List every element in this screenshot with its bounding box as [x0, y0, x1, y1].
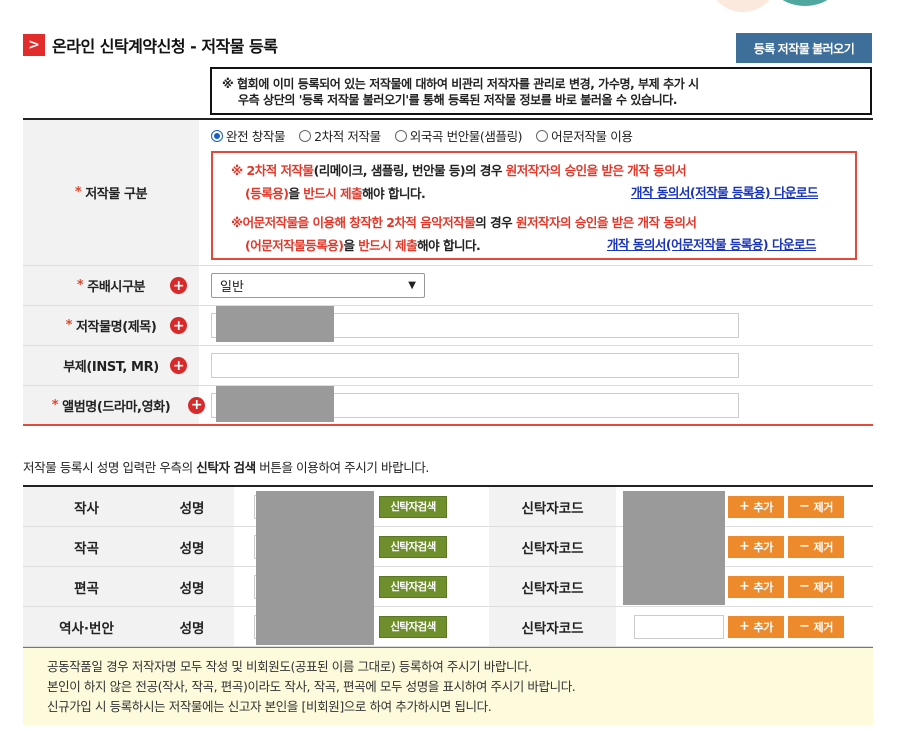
code-label: 신탁자코드: [489, 487, 616, 526]
note-line: 공동작품일 경우 저작자명 모두 작성 및 비회원도(공표된 이름 그대로) 등…: [47, 659, 532, 674]
notice-line: 우측 상단의 '등록 저작물 불러오기'를 통해 등록된 저작물 정보를 바로 …: [238, 93, 678, 107]
header-decoration: [760, 0, 850, 6]
minus-icon: −: [799, 499, 810, 514]
code-label: 신탁자코드: [489, 567, 616, 606]
download-consent-form-link[interactable]: 개작 동의서(저작물 등록용) 다운로드: [631, 182, 818, 201]
remove-button[interactable]: − 제거: [788, 495, 844, 518]
page-header: > 온라인 신탁계약신청 - 저작물 등록: [23, 33, 278, 57]
note-line: 본인이 하지 않은 전공(작사, 작곡, 편곡)이라도 작사, 작곡, 편곡에 …: [47, 679, 576, 694]
page-title: 온라인 신탁계약신청 - 저작물 등록: [52, 37, 278, 56]
name-label: 성명: [150, 527, 234, 566]
plus-circle-icon[interactable]: +: [170, 317, 187, 334]
add-button[interactable]: + 추가: [728, 615, 784, 638]
redacted-area: [216, 386, 334, 422]
warning-line: ※어문저작물을 이용해 창작한 2차적 음악저작물의 경우 원저작자의 승인을 …: [231, 215, 697, 230]
name-label: 성명: [150, 607, 234, 646]
radio-derivative[interactable]: 2차적 저작물: [299, 126, 381, 145]
remove-button[interactable]: − 제거: [788, 535, 844, 558]
download-literary-consent-link[interactable]: 개작 동의서(어문저작물 등록용) 다운로드: [607, 234, 816, 253]
table-row: 역사·번안 성명 신탁자검색 신탁자코드 + 추가 − 제거: [23, 607, 873, 647]
table-row: 작곡 성명 신탁자검색 신탁자코드 + 추가 − 제거: [23, 527, 873, 567]
name-label: 성명: [150, 487, 234, 526]
distribution-label: * 주배시구분 +: [23, 266, 199, 305]
add-button[interactable]: + 추가: [728, 535, 784, 558]
title-label: * 저작물명(제목) +: [23, 306, 199, 345]
warning-line: ※ 2차적 저작물(리메이크, 샘플링, 번안물 등)의 경우 원저작자의 승인…: [231, 163, 687, 178]
add-button[interactable]: + 추가: [728, 575, 784, 598]
chevron-right-icon: >: [23, 34, 45, 56]
role-label: 작사: [23, 487, 150, 526]
plus-circle-icon[interactable]: +: [170, 357, 187, 374]
code-label: 신탁자코드: [489, 527, 616, 566]
header-decoration: [708, 0, 778, 12]
minus-icon: −: [799, 539, 810, 554]
work-form: * 저작물 구분 완전 창작물 2차적 저작물 외국곡 번안물(샘플링) 어문저작…: [23, 118, 873, 426]
code-input[interactable]: [634, 614, 724, 639]
trust-info-text: 저작물 등록시 성명 입력란 우측의 신탁자 검색 버튼을 이용하여 주시기 바…: [23, 460, 430, 475]
add-button[interactable]: + 추가: [728, 495, 784, 518]
redacted-area: [623, 491, 725, 605]
minus-icon: −: [799, 619, 810, 634]
remove-button[interactable]: − 제거: [788, 575, 844, 598]
role-label: 편곡: [23, 567, 150, 606]
radio-foreign-adaptation[interactable]: 외국곡 번안물(샘플링): [394, 126, 523, 145]
required-mark: *: [74, 185, 82, 200]
work-type-label: * 저작물 구분: [23, 120, 199, 265]
plus-icon: +: [739, 539, 750, 554]
subtitle-label: 부제(INST, MR) +: [23, 346, 199, 385]
trustee-search-button[interactable]: 신탁자검색: [379, 535, 447, 558]
warning-box: ※ 2차적 저작물(리메이크, 샘플링, 번안물 등)의 경우 원저작자의 승인…: [211, 151, 857, 260]
code-label: 신탁자코드: [489, 607, 616, 646]
plus-icon: +: [739, 619, 750, 634]
subtitle-row: 부제(INST, MR) +: [23, 346, 873, 386]
radio-dot[interactable]: [394, 129, 407, 142]
work-type-row: * 저작물 구분 완전 창작물 2차적 저작물 외국곡 번안물(샘플링) 어문저작…: [23, 120, 873, 266]
work-type-radios: 완전 창작물 2차적 저작물 외국곡 번안물(샘플링) 어문저작물 이용: [211, 126, 633, 145]
table-row: 작사 성명 신탁자검색 신탁자코드 + 추가 − 제거: [23, 487, 873, 527]
role-label: 작곡: [23, 527, 150, 566]
title-row: * 저작물명(제목) +: [23, 306, 873, 346]
bottom-notes: 공동작품일 경우 저작자명 모두 작성 및 비회원도(공표된 이름 그대로) 등…: [23, 648, 873, 725]
radio-dot[interactable]: [211, 129, 223, 142]
radio-literary[interactable]: 어문저작물 이용: [536, 126, 633, 145]
plus-icon: +: [739, 579, 750, 594]
album-row: * 앨범명(드라마,영화) +: [23, 386, 873, 426]
radio-dot[interactable]: [536, 129, 549, 142]
notice-box: ※ 협회에 이미 등록되어 있는 저작물에 대하여 비관리 저작자를 관리로 변…: [210, 67, 872, 115]
plus-circle-icon[interactable]: +: [170, 277, 187, 294]
trustee-search-button[interactable]: 신탁자검색: [379, 615, 447, 638]
role-label: 역사·번안: [23, 607, 150, 646]
notice-line: ※ 협회에 이미 등록되어 있는 저작물에 대하여 비관리 저작자를 관리로 변…: [222, 77, 699, 91]
name-label: 성명: [150, 567, 234, 606]
remove-button[interactable]: − 제거: [788, 615, 844, 638]
load-registered-works-button[interactable]: 등록 저작물 불러오기: [736, 33, 872, 63]
radio-original[interactable]: 완전 창작물: [211, 126, 285, 145]
minus-icon: −: [799, 579, 810, 594]
distribution-row: * 주배시구분 + 일반 ▼: [23, 266, 873, 306]
album-label: * 앨범명(드라마,영화) +: [23, 386, 205, 424]
chevron-down-icon: ▼: [408, 280, 416, 291]
trustee-table: 작사 성명 신탁자검색 신탁자코드 + 추가 − 제거 작곡 성명 신탁자검색 신탁자…: [23, 485, 873, 649]
radio-dot[interactable]: [299, 129, 312, 142]
plus-icon: +: [739, 499, 750, 514]
distribution-select[interactable]: 일반 ▼: [211, 273, 425, 298]
trustee-search-button[interactable]: 신탁자검색: [379, 575, 447, 598]
trustee-search-button[interactable]: 신탁자검색: [379, 495, 447, 518]
redacted-area: [256, 491, 374, 645]
note-line: 신규가입 시 등록하시는 저작물에는 신고자 본인을 [비회원]으로 하여 추가…: [47, 699, 492, 714]
subtitle-input[interactable]: [211, 353, 739, 378]
redacted-area: [216, 306, 334, 342]
plus-circle-icon[interactable]: +: [188, 396, 205, 414]
table-row: 편곡 성명 신탁자검색 신탁자코드 + 추가 − 제거: [23, 567, 873, 607]
